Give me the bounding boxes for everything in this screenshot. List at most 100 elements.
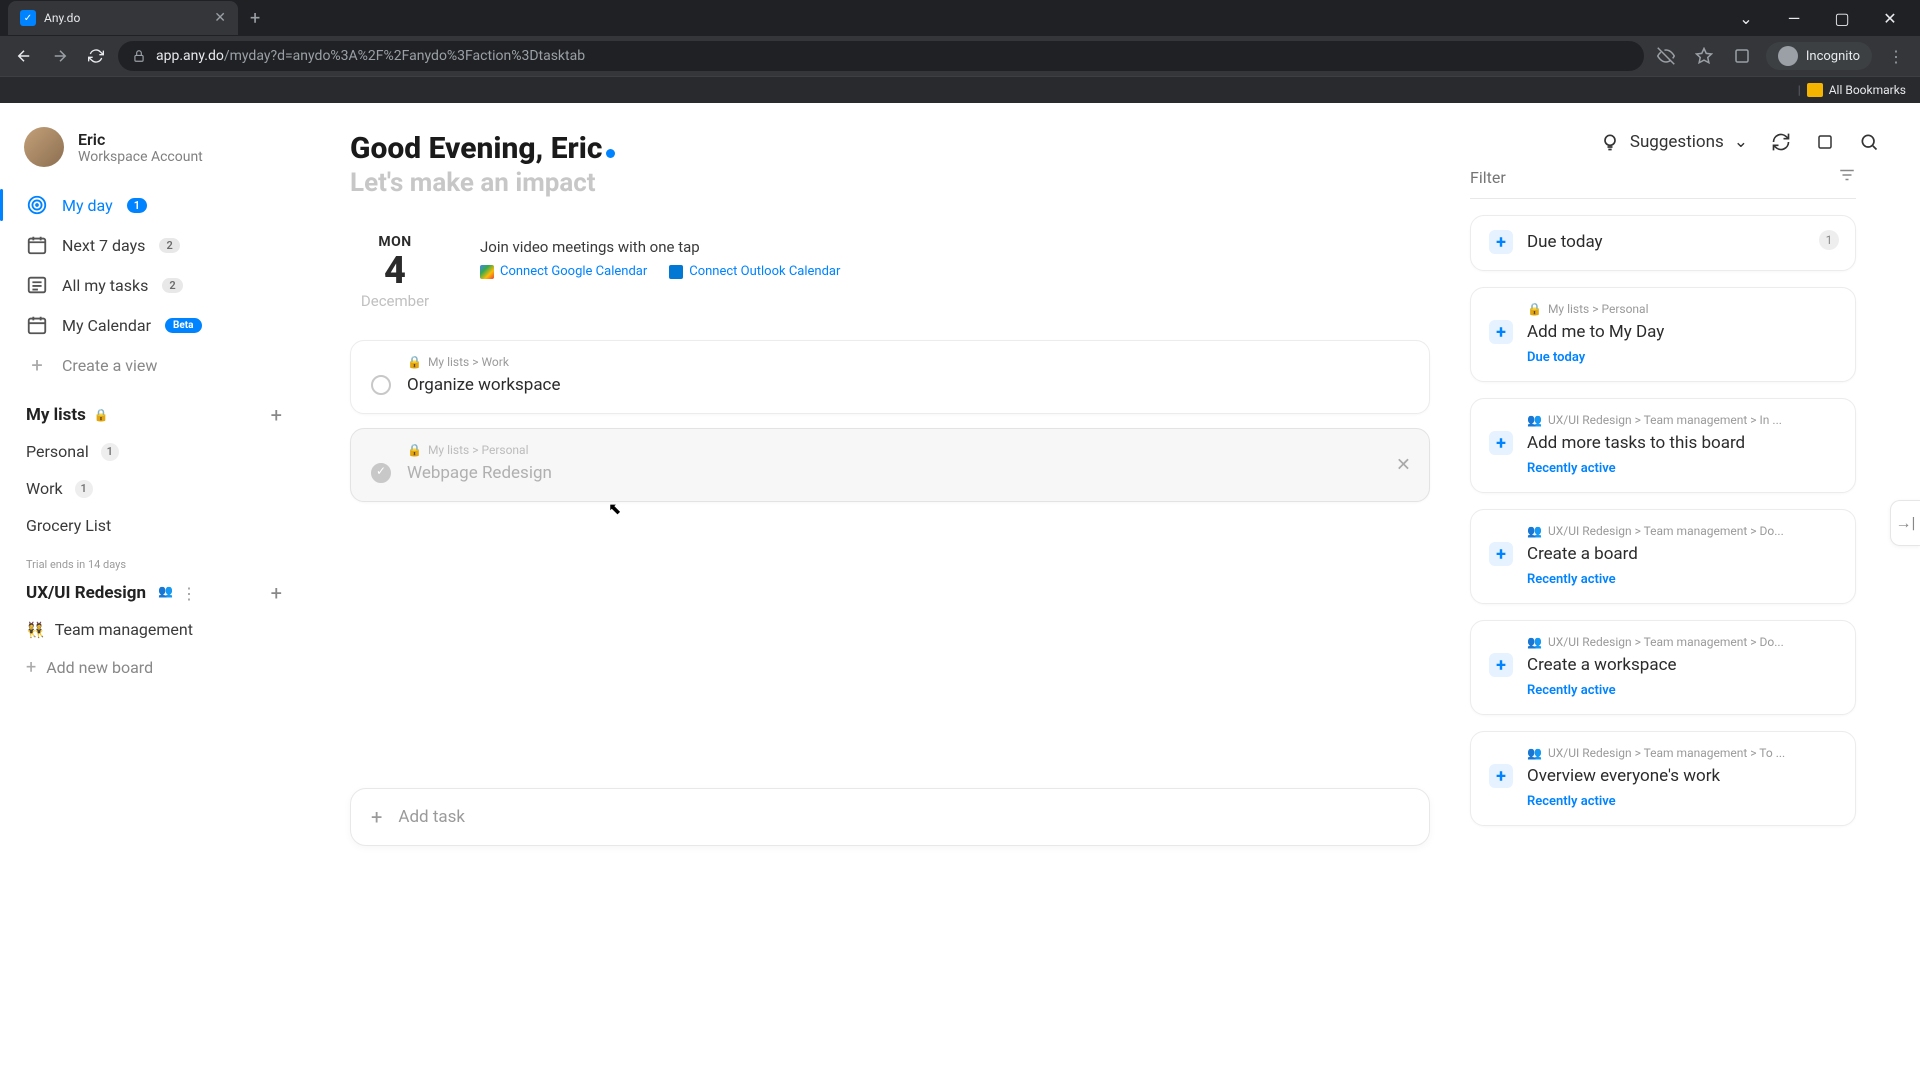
tab-close-icon[interactable]: ✕ (214, 10, 226, 26)
add-suggestion-icon[interactable]: + (1489, 653, 1513, 677)
list-label: Personal (26, 442, 89, 461)
nav-label: Next 7 days (62, 236, 145, 255)
people-icon: 👥 (1527, 746, 1542, 760)
task-path: My lists > Personal (428, 443, 529, 457)
window-minimize[interactable]: ― (1772, 2, 1816, 34)
star-icon[interactable] (1690, 42, 1718, 70)
task-card[interactable]: 🔒My lists > Personal Webpage Redesign ✕ (350, 428, 1430, 502)
user-profile[interactable]: Eric Workspace Account (16, 127, 292, 185)
suggestions-label: Suggestions (1630, 132, 1724, 152)
suggestion-title: Add more tasks to this board (1527, 433, 1745, 453)
folder-icon (1807, 83, 1823, 97)
suggestion-title: Create a workspace (1527, 655, 1677, 675)
user-subtitle: Workspace Account (78, 149, 203, 165)
list-grocery[interactable]: Grocery List (16, 507, 292, 544)
bookmarks-bar: | All Bookmarks (0, 76, 1920, 103)
suggestion-card[interactable]: 🔒My lists > Personal + Add me to My Day … (1470, 287, 1856, 382)
beta-badge: Beta (165, 318, 202, 333)
refresh-icon[interactable] (1770, 131, 1792, 153)
all-bookmarks[interactable]: All Bookmarks (1829, 83, 1906, 97)
checklist-icon (26, 274, 48, 296)
google-calendar-icon (480, 265, 494, 279)
suggestion-card[interactable]: 👥UX/UI Redesign > Team management > To .… (1470, 731, 1856, 826)
url-field[interactable]: app.any.do/myday?d=anydo%3A%2F%2Fanydo%3… (118, 41, 1644, 71)
count-badge: 2 (162, 278, 182, 293)
nav-my-calendar[interactable]: My Calendar Beta (16, 305, 292, 345)
add-task-input[interactable]: + Add task (350, 788, 1430, 846)
search-icon[interactable] (1858, 131, 1880, 153)
more-icon[interactable]: ⋮ (181, 584, 197, 603)
nav-all-tasks[interactable]: All my tasks 2 (16, 265, 292, 305)
task-checkbox[interactable] (371, 463, 391, 483)
board-emoji: 👯 (26, 621, 45, 639)
suggestion-group-title: Due today (1527, 232, 1603, 252)
avatar (24, 127, 64, 167)
browser-chrome: ✓ Any.do ✕ + ⌄ ― ▢ ✕ app.any.do/myday?d=… (0, 0, 1920, 103)
suggestion-tag: Recently active (1527, 461, 1837, 476)
add-list-button[interactable]: + (271, 403, 282, 427)
add-board-button[interactable]: + (271, 581, 282, 605)
trial-notice: Trial ends in 14 days (16, 544, 292, 575)
suggestion-card[interactable]: 👥UX/UI Redesign > Team management > Do..… (1470, 620, 1856, 715)
add-suggestion-icon[interactable]: + (1489, 230, 1513, 254)
greeting: Good Evening, Eric (350, 131, 602, 166)
workspace-header[interactable]: UX/UI Redesign 👥 ⋮ + (16, 575, 292, 611)
count-badge: 1 (101, 443, 119, 461)
nav-label: My Calendar (62, 316, 151, 335)
incognito-icon (1778, 46, 1798, 66)
filter-row (1470, 160, 1856, 199)
nav-my-day[interactable]: My day 1 (16, 185, 292, 225)
suggestion-card[interactable]: 👥UX/UI Redesign > Team management > Do..… (1470, 509, 1856, 604)
suggestions-toggle[interactable]: Suggestions ⌄ (1600, 132, 1748, 152)
board-team-management[interactable]: 👯 Team management (16, 611, 292, 648)
count-badge: 1 (1819, 230, 1839, 250)
suggestion-path: UX/UI Redesign > Team management > In ..… (1548, 413, 1782, 427)
extensions-icon[interactable] (1728, 42, 1756, 70)
suggestion-card[interactable]: 👥UX/UI Redesign > Team management > In .… (1470, 398, 1856, 493)
list-work[interactable]: Work 1 (16, 470, 292, 507)
window-close[interactable]: ✕ (1868, 2, 1912, 34)
window-maximize[interactable]: ▢ (1820, 2, 1864, 34)
connect-outlook-calendar[interactable]: Connect Outlook Calendar (669, 264, 840, 279)
square-icon[interactable] (1814, 131, 1836, 153)
reload-button[interactable] (82, 42, 110, 70)
plus-icon: + (26, 657, 36, 678)
remove-task-icon[interactable]: ✕ (1396, 455, 1411, 476)
people-icon: 👥 (1527, 635, 1542, 649)
list-personal[interactable]: Personal 1 (16, 433, 292, 470)
people-icon[interactable]: 👥 (158, 584, 173, 603)
add-suggestion-icon[interactable]: + (1489, 431, 1513, 455)
incognito-badge[interactable]: Incognito (1766, 42, 1872, 70)
nav-label: All my tasks (62, 276, 148, 295)
count-badge: 2 (159, 238, 179, 253)
add-suggestion-icon[interactable]: + (1489, 764, 1513, 788)
task-checkbox[interactable] (371, 375, 391, 395)
count-badge: 1 (127, 198, 147, 213)
back-button[interactable] (10, 42, 38, 70)
task-title: Organize workspace (407, 375, 560, 395)
suggestion-title: Create a board (1527, 544, 1638, 564)
people-icon: 👥 (1527, 524, 1542, 538)
collapse-panel-button[interactable]: →| (1890, 500, 1920, 546)
task-card[interactable]: 🔒My lists > Work Organize workspace (350, 340, 1430, 414)
create-view[interactable]: + Create a view (16, 345, 292, 385)
task-path: My lists > Work (428, 355, 509, 369)
chevron-down-icon[interactable]: ⌄ (1724, 2, 1768, 34)
browser-tab[interactable]: ✓ Any.do ✕ (8, 1, 238, 35)
filter-icon[interactable] (1838, 166, 1856, 188)
add-suggestion-icon[interactable]: + (1489, 320, 1513, 344)
mylists-header: My lists 🔒 + (16, 385, 292, 433)
eye-off-icon[interactable] (1652, 42, 1680, 70)
suggestion-title: Overview everyone's work (1527, 766, 1720, 786)
forward-button[interactable] (46, 42, 74, 70)
connect-google-calendar[interactable]: Connect Google Calendar (480, 264, 647, 279)
greeting-block: Good Evening, Eric Let's make an impact (350, 131, 615, 198)
nav-next-7-days[interactable]: Next 7 days 2 (16, 225, 292, 265)
menu-icon[interactable]: ⋮ (1882, 42, 1910, 70)
new-tab-button[interactable]: + (238, 8, 272, 29)
add-new-board[interactable]: + Add new board (16, 648, 292, 687)
add-suggestion-icon[interactable]: + (1489, 542, 1513, 566)
workspace-title: UX/UI Redesign (26, 583, 146, 603)
suggestion-group-due-today[interactable]: + Due today 1 (1470, 215, 1856, 271)
filter-input[interactable] (1470, 168, 1838, 187)
